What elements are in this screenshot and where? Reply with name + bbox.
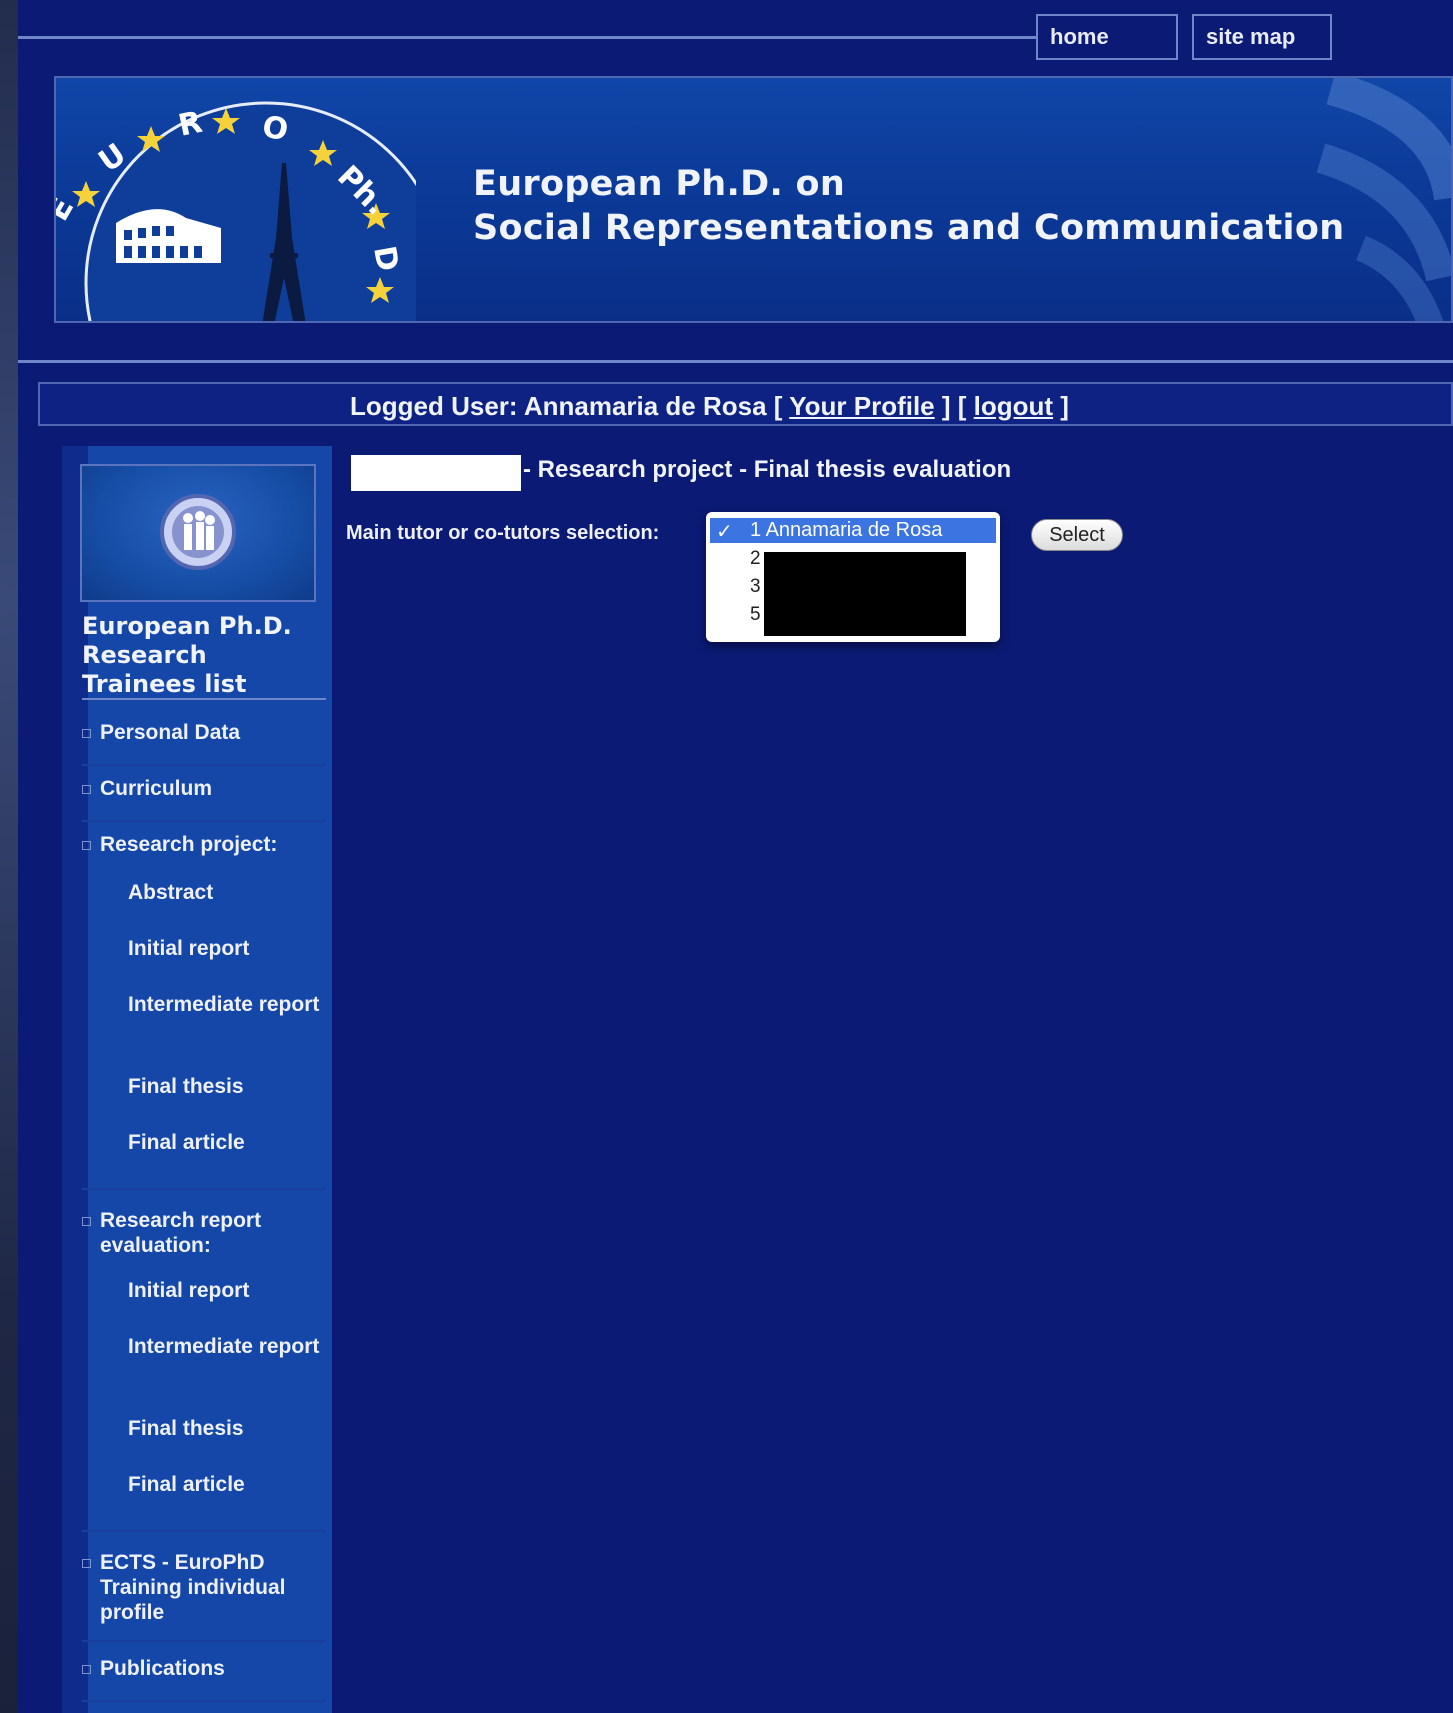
bullet-icon: [82, 1559, 91, 1568]
banner-title-line1: European Ph.D. on: [473, 164, 846, 204]
tutor-selection-label: Main tutor or co-tutors selection:: [346, 522, 660, 544]
bullet-icon: [82, 1217, 91, 1226]
logout-link[interactable]: logout: [974, 391, 1053, 421]
menu-divider: [82, 1530, 326, 1532]
bullet-icon: [82, 785, 91, 794]
bullet-icon: [82, 1665, 91, 1674]
checkmark-icon: ✓: [716, 521, 733, 543]
header-divider: [18, 360, 1453, 363]
site-map-link[interactable]: site map: [1192, 14, 1332, 60]
trainees-list-title[interactable]: European Ph.D. Research Trainees list: [82, 612, 326, 699]
sidebar-item-label: Curriculum: [100, 777, 213, 800]
option-number: 3: [750, 576, 761, 597]
evaluation-initial-report[interactable]: Initial report: [128, 1278, 326, 1303]
svg-text:E: E: [56, 192, 81, 227]
option-label: 1 Annamaria de Rosa: [750, 519, 943, 541]
sidebar-title-divider: [82, 698, 326, 700]
banner-title-line2: Social Representations and Communication: [473, 208, 1345, 248]
trainees-emblem-icon: [160, 494, 236, 570]
logged-user-bar: Logged User: Annamaria de Rosa [ Your Pr…: [38, 382, 1453, 426]
europhd-logo: E U R O Ph. D: [56, 101, 416, 321]
sidebar-item-label: ECTS - EuroPhD Training individual profi…: [100, 1551, 286, 1624]
menu-divider: [82, 1640, 326, 1642]
select-button[interactable]: Select: [1031, 519, 1123, 551]
top-divider: [18, 36, 1133, 39]
research-project-initial-report[interactable]: Initial report: [128, 936, 326, 961]
evaluation-intermediate-report[interactable]: Intermediate report: [128, 1334, 326, 1359]
option-number: 2: [750, 548, 761, 569]
bullet-icon: [82, 729, 91, 738]
menu-divider: [82, 764, 326, 766]
redacted-names: [764, 552, 966, 636]
page-title: - Research project - Final thesis evalua…: [523, 456, 1012, 483]
trainee-name-redacted: [351, 455, 521, 491]
evaluation-final-thesis[interactable]: Final thesis: [128, 1416, 326, 1441]
sidebar-image: [80, 464, 316, 602]
sidebar-item-label: Publications: [100, 1657, 225, 1680]
dropdown-option-selected[interactable]: ✓ 1 Annamaria de Rosa: [710, 518, 996, 543]
sidebar-item-label: Research project:: [100, 833, 278, 856]
menu-divider: [82, 1700, 326, 1702]
sidebar: European Ph.D. Research Trainees list Pe…: [62, 446, 332, 1713]
sidebar-item-label: Research report evaluation:: [100, 1209, 262, 1257]
option-number: 5: [750, 604, 761, 625]
sidebar-item-label: Personal Data: [100, 721, 241, 744]
tutor-select-dropdown[interactable]: ✓ 1 Annamaria de Rosa 2 3 5: [706, 512, 1000, 642]
evaluation-final-article[interactable]: Final article: [128, 1472, 326, 1497]
bullet-icon: [82, 841, 91, 850]
research-project-intermediate-report[interactable]: Intermediate report: [128, 992, 326, 1017]
menu-divider: [82, 1188, 326, 1190]
browser-page: home site map E U R O Ph. D European Ph.…: [18, 0, 1453, 1713]
logged-user-text: Logged User: Annamaria de Rosa [: [350, 391, 790, 421]
user-bar-close: ]: [1053, 391, 1069, 421]
research-project-final-article[interactable]: Final article: [128, 1130, 326, 1155]
user-bar-separator: ] [: [934, 391, 974, 421]
home-link[interactable]: home: [1036, 14, 1178, 60]
your-profile-link[interactable]: Your Profile: [789, 391, 934, 421]
decorative-arcs: [1316, 78, 1451, 321]
header-banner: E U R O Ph. D European Ph.D. on Social R…: [54, 76, 1453, 323]
research-project-abstract[interactable]: Abstract: [128, 880, 326, 905]
menu-divider: [82, 820, 326, 822]
research-project-final-thesis[interactable]: Final thesis: [128, 1074, 326, 1099]
